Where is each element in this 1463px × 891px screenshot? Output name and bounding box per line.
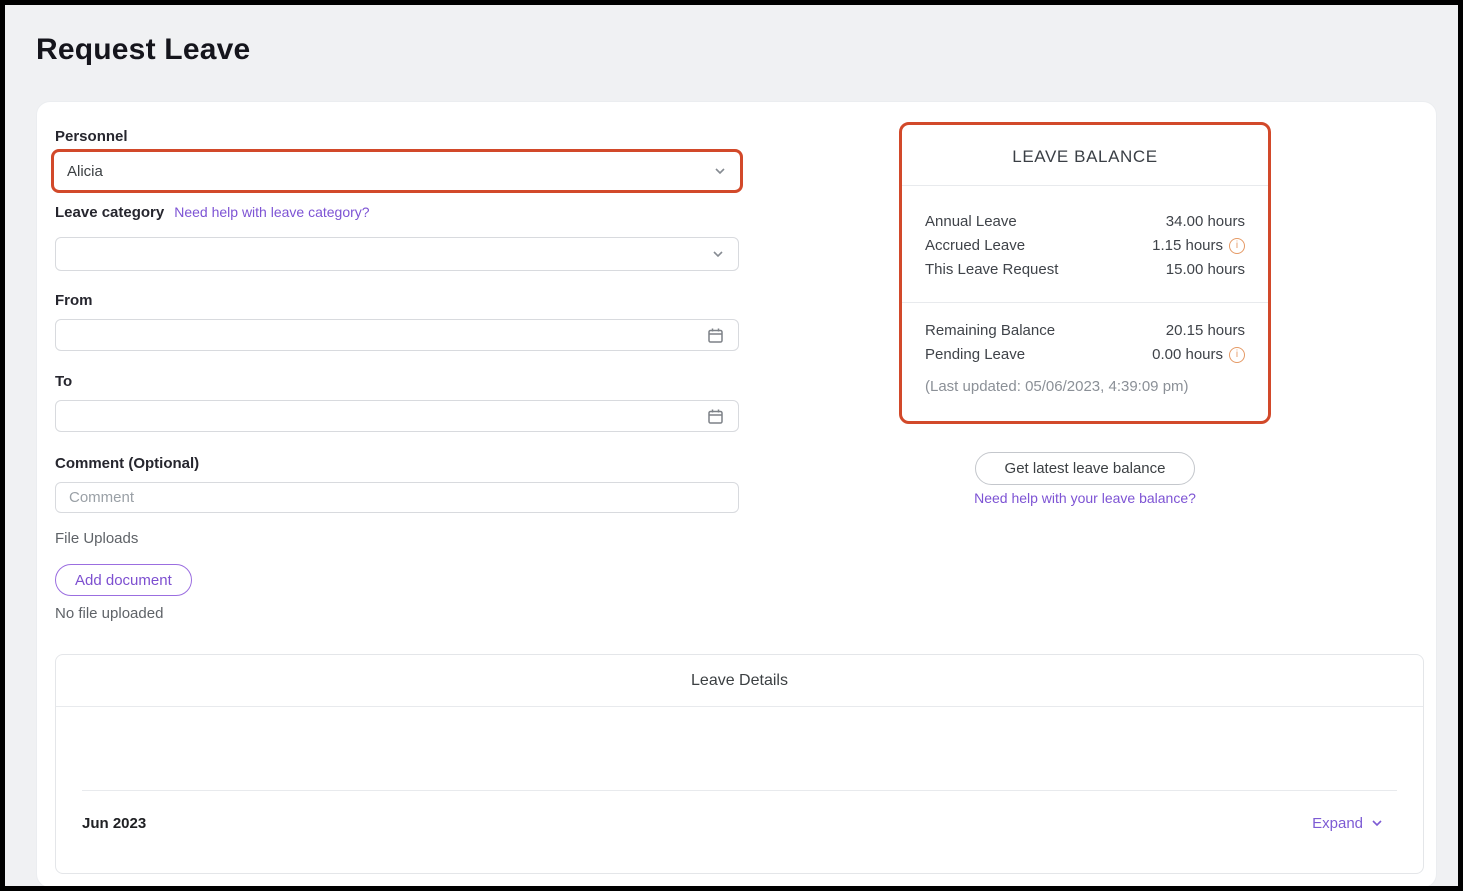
balance-row-label: Annual Leave: [925, 210, 1017, 234]
balance-row-value: 0.00 hours: [1152, 343, 1223, 367]
request-leave-screen: Request Leave Personnel Alicia Leave cat…: [0, 0, 1463, 891]
balance-row-value: 34.00 hours: [1166, 210, 1245, 234]
last-updated-text: (Last updated: 05/06/2023, 4:39:09 pm): [902, 375, 1268, 421]
from-label: From: [55, 292, 93, 309]
leave-category-select[interactable]: [55, 237, 739, 271]
balance-row-value: 20.15 hours: [1166, 319, 1245, 343]
chevron-down-icon: [714, 165, 740, 177]
add-document-button[interactable]: Add document: [55, 564, 192, 596]
page-title: Request Leave: [36, 33, 250, 67]
leave-details-month-row: Jun 2023 Expand: [82, 805, 1383, 841]
balance-row-accrued-leave: Accrued Leave 1.15 hours: [925, 234, 1245, 258]
get-latest-leave-balance-button[interactable]: Get latest leave balance: [975, 452, 1195, 485]
divider: [82, 790, 1397, 791]
expand-toggle[interactable]: Expand: [1312, 815, 1383, 832]
balance-row-pending-leave: Pending Leave 0.00 hours: [925, 343, 1245, 367]
balance-row-this-leave-request: This Leave Request 15.00 hours: [925, 258, 1245, 282]
balance-row-annual-leave: Annual Leave 34.00 hours: [925, 210, 1245, 234]
file-uploads-label: File Uploads: [55, 530, 138, 547]
leave-details-section: Leave Details Jun 2023 Expand: [55, 654, 1424, 874]
leave-balance-bottom-rows: Remaining Balance 20.15 hours Pending Le…: [902, 303, 1268, 375]
info-icon[interactable]: [1229, 347, 1245, 363]
leave-balance-top-rows: Annual Leave 34.00 hours Accrued Leave 1…: [902, 186, 1268, 302]
balance-row-label: Accrued Leave: [925, 234, 1025, 258]
leave-balance-title: LEAVE BALANCE: [902, 125, 1268, 185]
balance-row-label: This Leave Request: [925, 258, 1058, 282]
balance-row-label: Remaining Balance: [925, 319, 1055, 343]
info-icon[interactable]: [1229, 238, 1245, 254]
period-label: Jun 2023: [82, 815, 146, 832]
comment-input[interactable]: [55, 482, 739, 513]
calendar-icon[interactable]: [707, 327, 738, 344]
chevron-down-icon: [712, 248, 738, 260]
leave-balance-help-link[interactable]: Need help with your leave balance?: [899, 490, 1271, 506]
leave-details-title: Leave Details: [56, 655, 1423, 707]
comment-label: Comment (Optional): [55, 455, 199, 472]
leave-category-help-link[interactable]: Need help with leave category?: [174, 204, 369, 220]
leave-category-label: Leave category: [55, 204, 164, 221]
balance-row-label: Pending Leave: [925, 343, 1025, 367]
leave-balance-panel: LEAVE BALANCE Annual Leave 34.00 hours A…: [899, 122, 1271, 424]
no-file-uploaded-text: No file uploaded: [55, 605, 163, 622]
from-date-input[interactable]: [55, 319, 739, 351]
personnel-select[interactable]: Alicia: [51, 149, 743, 193]
balance-row-remaining-balance: Remaining Balance 20.15 hours: [925, 319, 1245, 343]
calendar-icon[interactable]: [707, 408, 738, 425]
balance-row-value: 15.00 hours: [1166, 258, 1245, 282]
request-leave-card: Personnel Alicia Leave category Need hel…: [36, 101, 1437, 888]
to-date-input[interactable]: [55, 400, 739, 432]
chevron-down-icon: [1371, 817, 1383, 829]
to-label: To: [55, 373, 72, 390]
personnel-selected-value: Alicia: [54, 163, 714, 180]
balance-row-value: 1.15 hours: [1152, 234, 1223, 258]
personnel-label: Personnel: [55, 128, 128, 145]
expand-label: Expand: [1312, 815, 1363, 832]
